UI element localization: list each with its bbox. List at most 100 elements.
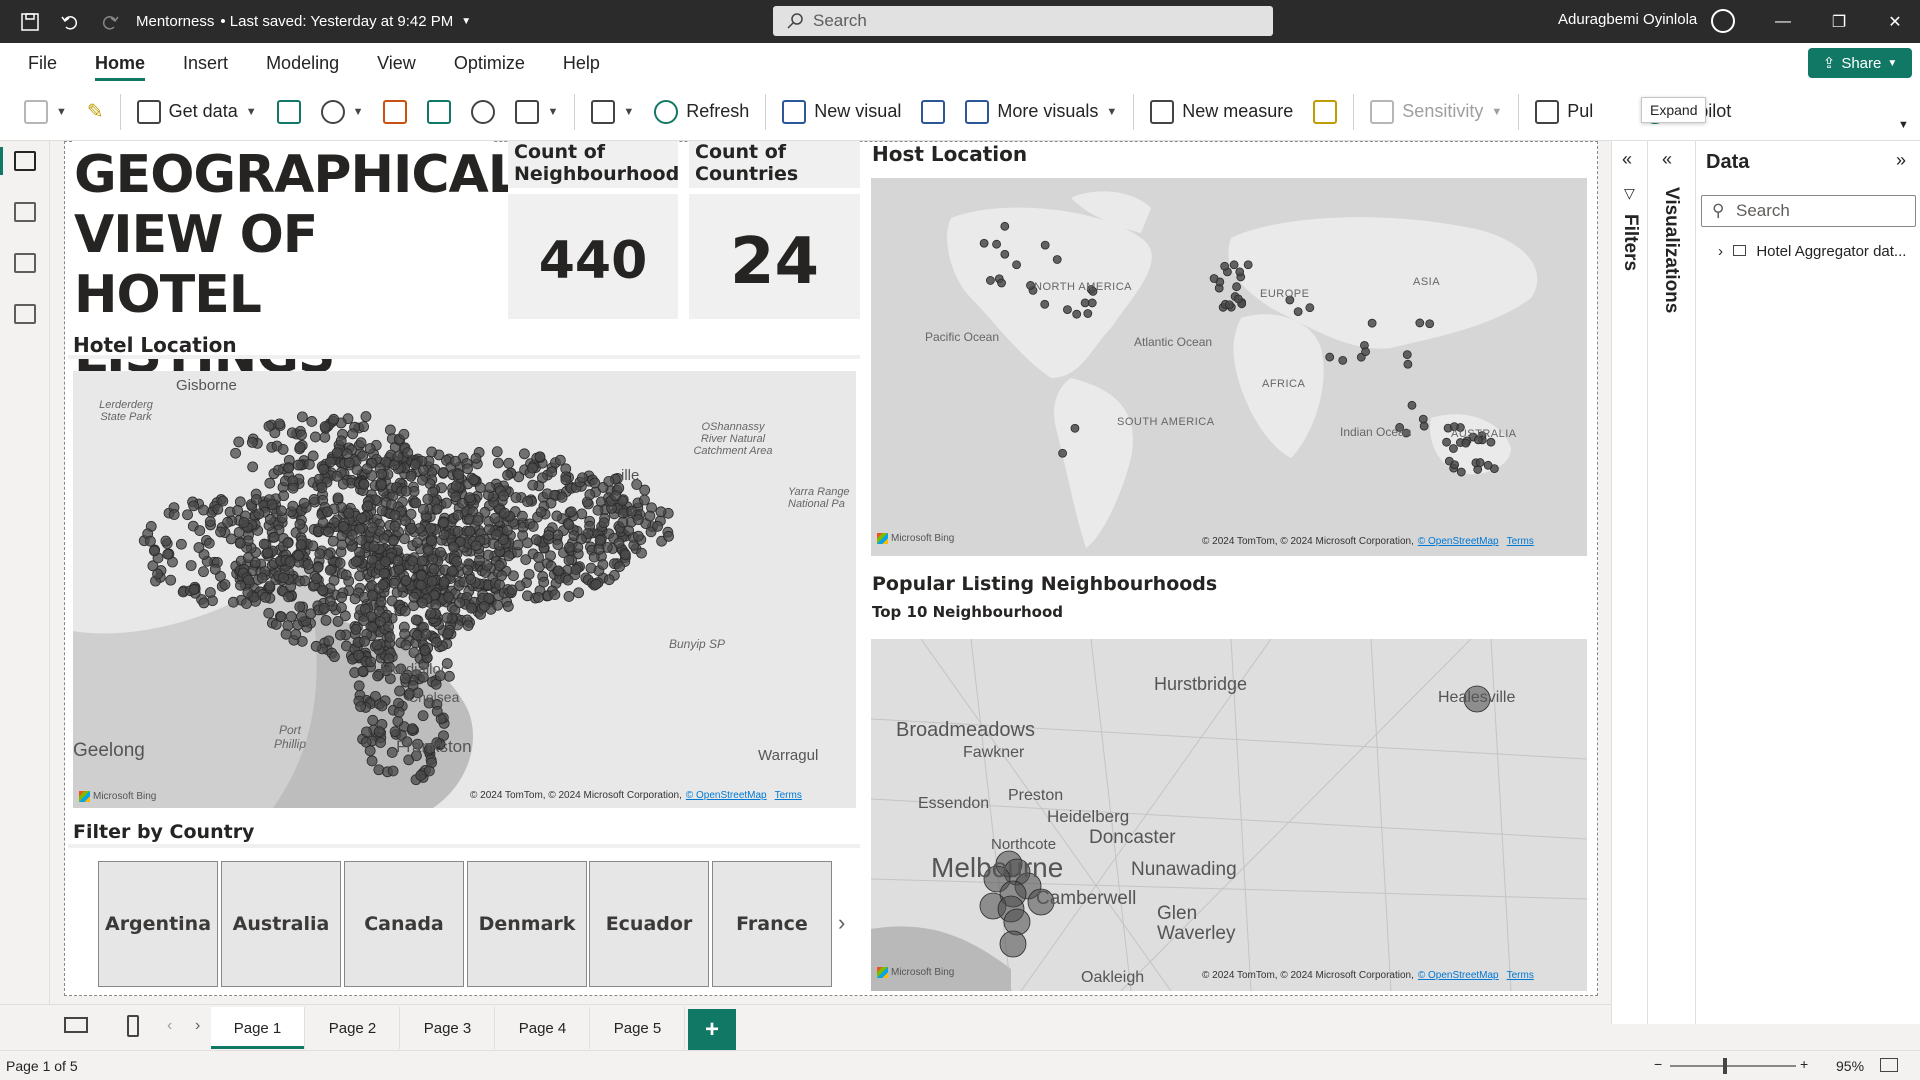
recent-sources-button[interactable]: ▼ — [505, 92, 568, 132]
host-location-map[interactable]: NORTH AMERICA EUROPE ASIA Pacific Ocean … — [871, 178, 1587, 556]
slicer-ecuador[interactable]: Ecuador — [589, 861, 709, 987]
data-search-input[interactable]: ⚲ Search — [1701, 195, 1916, 227]
page-tab-2[interactable]: Page 2 — [306, 1007, 400, 1049]
slicer-argentina[interactable]: Argentina — [98, 861, 218, 987]
map-bubble — [563, 541, 575, 553]
page-tab-1[interactable]: Page 1 — [211, 1007, 305, 1049]
search-box[interactable]: Search — [773, 6, 1273, 36]
chevron-right-icon[interactable]: › — [838, 910, 845, 936]
map-bubble — [1403, 359, 1413, 369]
zoom-in-icon[interactable]: + — [1800, 1056, 1808, 1072]
slicer-canada[interactable]: Canada — [344, 861, 464, 987]
add-page-button[interactable]: + — [688, 1009, 736, 1051]
share-button[interactable]: ⇪ Share ▼ — [1808, 48, 1912, 78]
paste-button[interactable]: ▼ — [14, 92, 77, 132]
map-bubble — [1367, 318, 1377, 328]
report-view-icon[interactable] — [0, 147, 36, 175]
map-bubble — [298, 497, 310, 509]
menu-optimize[interactable]: Optimize — [454, 43, 525, 83]
quick-measure-button[interactable] — [1303, 92, 1347, 132]
hotel-location-map[interactable]: Gisborne Lerderderg State Park OShannass… — [73, 371, 856, 808]
brush-icon: ✎ — [86, 101, 104, 123]
visualizations-pane[interactable]: « Visualizations — [1647, 141, 1695, 1024]
osm-link[interactable]: © OpenStreetMap — [1418, 536, 1499, 547]
menu-home[interactable]: Home — [95, 43, 146, 83]
popular-neighbourhood-map[interactable]: Hurstbridge Healesville Broadmeadows Faw… — [871, 639, 1587, 991]
desktop-layout-icon[interactable] — [64, 1017, 88, 1033]
map-bubble — [1456, 467, 1466, 477]
osm-link[interactable]: © OpenStreetMap — [686, 790, 767, 801]
map-bubble — [1461, 438, 1471, 448]
map-bubble — [334, 557, 346, 569]
zoom-slider[interactable] — [1670, 1065, 1796, 1067]
map-bubble — [375, 737, 386, 748]
terms-link[interactable]: Terms — [1507, 970, 1534, 981]
user-name[interactable]: Aduragbemi Oyinlola — [1558, 11, 1697, 28]
page-tab-3[interactable]: Page 3 — [401, 1007, 495, 1049]
ribbon-collapse-icon[interactable]: ▼ — [1898, 119, 1909, 131]
expand-icon[interactable]: « — [1662, 149, 1672, 170]
redo-icon[interactable] — [90, 0, 130, 43]
dax-query-icon[interactable] — [14, 304, 36, 324]
more-visuals-button[interactable]: More visuals ▼ — [955, 92, 1127, 132]
document-title[interactable]: Mentorness — [136, 13, 214, 30]
transform-data-button[interactable]: ▼ — [581, 92, 644, 132]
map-bubble — [452, 509, 464, 521]
next-page-icon[interactable]: › — [195, 1017, 200, 1035]
osm-link[interactable]: © OpenStreetMap — [1418, 970, 1499, 981]
chevron-down-icon[interactable]: ▼ — [461, 16, 471, 27]
menu-file[interactable]: File — [28, 43, 57, 83]
get-data-button[interactable]: Get data ▼ — [127, 92, 267, 132]
fit-page-icon[interactable] — [1880, 1058, 1898, 1072]
map-bubble — [1209, 274, 1219, 283]
map-bubble — [387, 535, 399, 547]
data-hub-button[interactable]: ▼ — [311, 92, 374, 132]
map-bubble — [322, 506, 333, 518]
terms-link[interactable]: Terms — [775, 790, 802, 801]
new-visual-button[interactable]: New visual — [772, 92, 911, 132]
sensitivity-button[interactable]: Sensitivity ▼ — [1360, 92, 1512, 132]
refresh-button[interactable]: Refresh — [644, 92, 759, 132]
mobile-layout-icon[interactable] — [127, 1015, 139, 1037]
excel-button[interactable] — [267, 92, 311, 132]
prev-page-icon[interactable]: ‹ — [167, 1017, 172, 1035]
restore-icon[interactable]: ❐ — [1814, 0, 1864, 43]
model-view-icon[interactable] — [14, 253, 36, 273]
map-attribution: © 2024 TomTom, © 2024 Microsoft Corporat… — [470, 790, 802, 801]
terms-link[interactable]: Terms — [1507, 536, 1534, 547]
collapse-icon[interactable]: » — [1896, 150, 1906, 171]
enter-data-button[interactable] — [417, 92, 461, 132]
undo-icon[interactable] — [50, 0, 90, 43]
slicer-australia[interactable]: Australia — [221, 861, 341, 987]
close-icon[interactable]: ✕ — [1870, 0, 1920, 43]
data-table-item[interactable]: › Hotel Aggregator dat... — [1718, 243, 1906, 260]
minimize-icon[interactable]: — — [1758, 0, 1808, 43]
save-icon[interactable] — [10, 0, 50, 43]
collapse-icon[interactable]: « — [1622, 149, 1632, 170]
dataverse-button[interactable] — [461, 92, 505, 132]
zoom-thumb[interactable] — [1723, 1058, 1727, 1074]
page-tab-4[interactable]: Page 4 — [496, 1007, 590, 1049]
card-neighbourhood[interactable]: Count of Neighbourhood 440 — [508, 141, 679, 319]
menu-view[interactable]: View — [377, 43, 416, 83]
zoom-out-icon[interactable]: − — [1654, 1056, 1662, 1072]
page-tab-5[interactable]: Page 5 — [591, 1007, 685, 1049]
slicer-france[interactable]: France — [712, 861, 832, 987]
text-box-button[interactable] — [911, 92, 955, 132]
new-measure-button[interactable]: New measure — [1140, 92, 1303, 132]
map-bubble — [334, 629, 346, 641]
avatar[interactable] — [1711, 9, 1735, 33]
card-countries[interactable]: Count of Countries 24 — [689, 141, 860, 319]
filters-pane[interactable]: « ▽ Filters — [1611, 141, 1647, 1024]
menu-insert[interactable]: Insert — [183, 43, 228, 83]
menu-help[interactable]: Help — [563, 43, 600, 83]
map-bubble — [332, 616, 344, 627]
sql-button[interactable] — [373, 92, 417, 132]
menu-modeling[interactable]: Modeling — [266, 43, 339, 83]
format-painter-button[interactable]: ✎ — [77, 92, 114, 132]
map-bubble — [1072, 309, 1082, 319]
slicer-denmark[interactable]: Denmark — [467, 861, 587, 987]
publish-button[interactable]: Pul — [1525, 92, 1603, 132]
zoom-level[interactable]: 95% — [1836, 1058, 1864, 1074]
table-view-icon[interactable] — [14, 202, 36, 222]
